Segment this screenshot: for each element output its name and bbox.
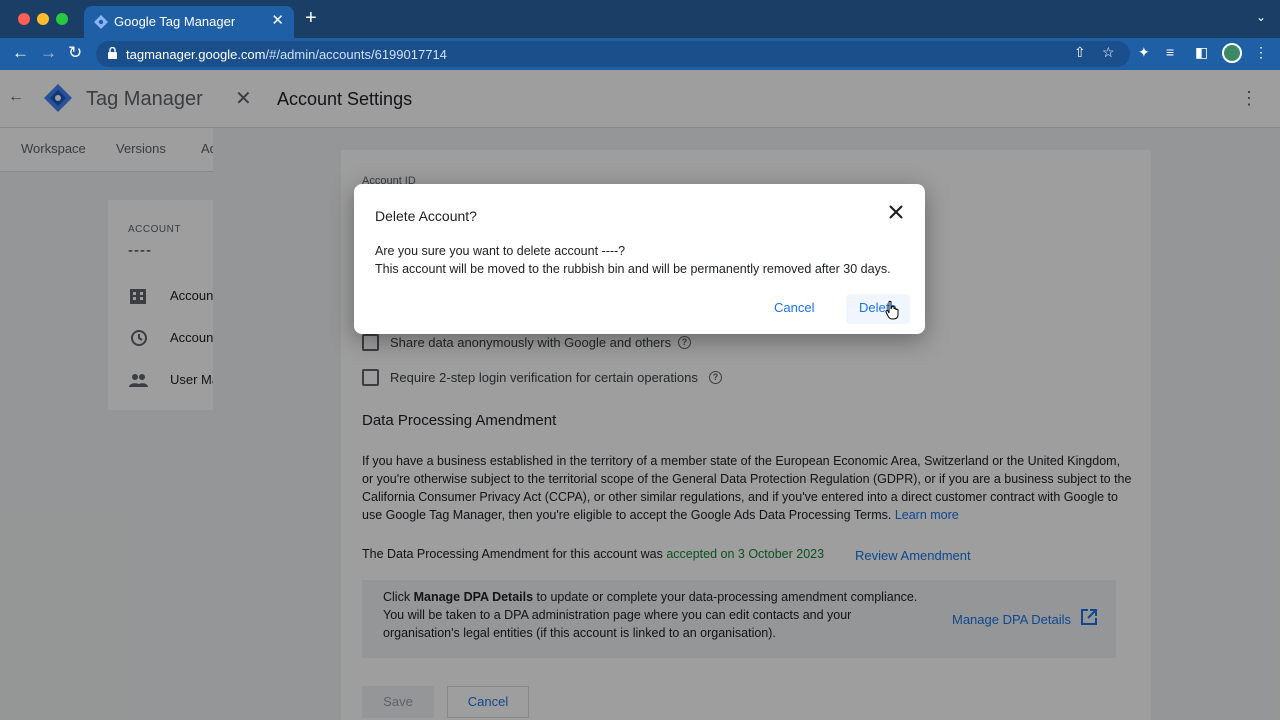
url-text: tagmanager.google.com/#/admin/accounts/6… — [126, 47, 447, 62]
close-window-button[interactable] — [18, 13, 30, 25]
chrome-menu-icon[interactable]: ⋮ — [1254, 44, 1268, 61]
browser-tab[interactable]: Google Tag Manager ✕ — [84, 6, 294, 38]
minimize-window-button[interactable] — [37, 13, 49, 25]
share-icon[interactable]: ⇧ — [1074, 44, 1086, 61]
address-bar[interactable]: tagmanager.google.com/#/admin/accounts/6… — [96, 41, 1130, 67]
dialog-cancel-button[interactable]: Cancel — [774, 300, 814, 315]
forward-icon[interactable]: → — [40, 43, 57, 63]
back-icon[interactable]: ← — [12, 43, 29, 63]
tab-search-chevron-icon[interactable]: ⌄ — [1256, 10, 1266, 24]
browser-toolbar: ← → ↻ tagmanager.google.com/#/admin/acco… — [0, 38, 1280, 70]
tab-close-icon[interactable]: ✕ — [271, 11, 284, 29]
lock-icon — [108, 47, 117, 59]
profile-avatar[interactable] — [1222, 43, 1242, 63]
browser-tab-bar: Google Tag Manager ✕ + ⌄ — [0, 0, 1280, 38]
modal-scrim[interactable] — [0, 70, 1280, 720]
tab-title: Google Tag Manager — [114, 14, 236, 29]
maximize-window-button[interactable] — [56, 13, 68, 25]
delete-account-dialog: Delete Account? Are you sure you want to… — [354, 184, 925, 334]
dialog-message: Are you sure you want to delete account … — [375, 244, 891, 276]
gtm-favicon-icon — [94, 15, 108, 29]
bookmark-star-icon[interactable]: ☆ — [1102, 44, 1115, 61]
dialog-close-icon[interactable] — [886, 202, 906, 222]
hand-cursor-icon — [885, 300, 899, 320]
dialog-delete-button[interactable]: Delete — [846, 294, 910, 324]
new-tab-button[interactable]: + — [305, 7, 317, 30]
reload-icon[interactable]: ↻ — [68, 43, 82, 63]
reading-list-icon[interactable]: ≡ — [1166, 44, 1174, 60]
dialog-title: Delete Account? — [375, 208, 477, 224]
extensions-icon[interactable]: ✦ — [1138, 44, 1150, 61]
side-panel-icon[interactable]: ◧ — [1195, 44, 1208, 61]
